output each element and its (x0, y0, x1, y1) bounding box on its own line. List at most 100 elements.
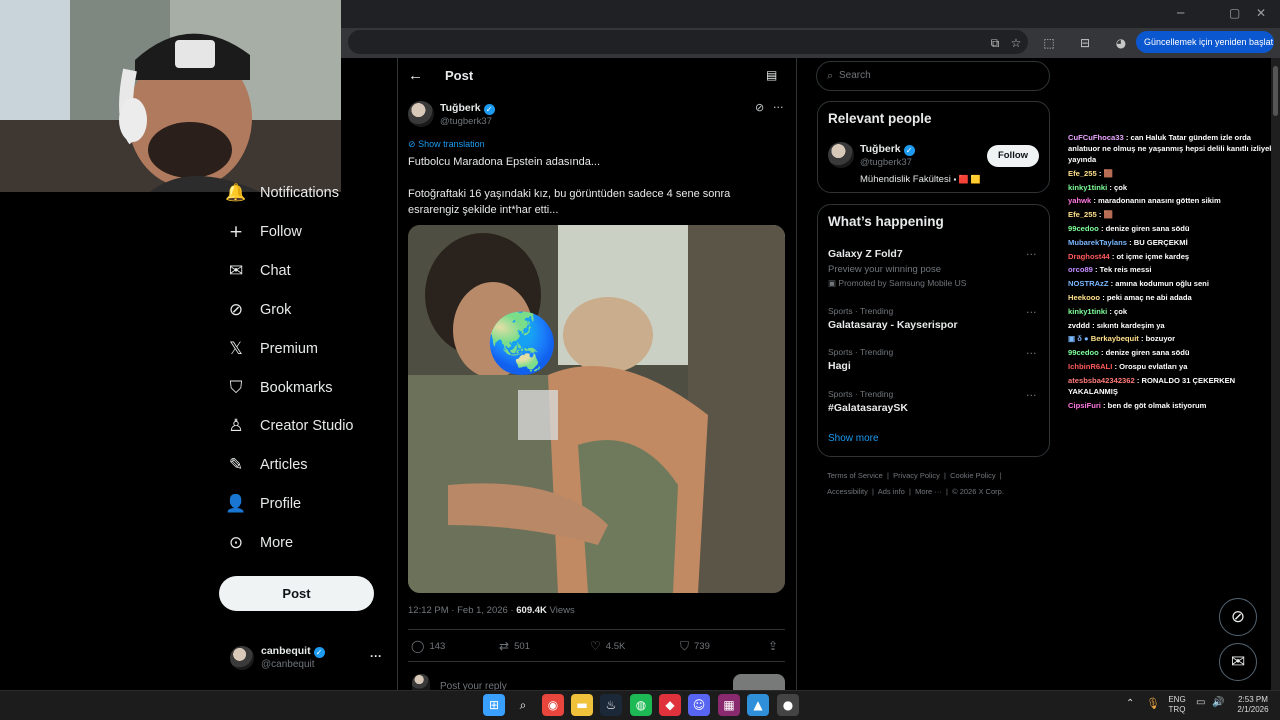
chat-username[interactable]: atesbsba42342362 (1068, 376, 1135, 385)
language-indicator[interactable]: ENG TRQ (1165, 695, 1189, 715)
repost-button[interactable]: ⇄ 501 (499, 639, 530, 653)
chat-username[interactable]: IchbinR6ALI (1068, 362, 1112, 371)
update-restart-button[interactable]: Güncellemek için yeniden başlat ⋮ (1136, 31, 1280, 53)
winrar-icon[interactable]: ▦ (718, 694, 740, 716)
promoted-trend[interactable]: Galaxy Z Fold7 Preview your winning pose… (828, 248, 1043, 289)
search-input[interactable]: ⌕ Search (816, 61, 1050, 91)
grok-floating-button[interactable]: ⊘ (1219, 598, 1257, 636)
footer-link[interactable]: Ads info (878, 487, 905, 496)
volume-icon[interactable]: 🔊 (1212, 697, 1224, 708)
footer-link[interactable]: Terms of Service (827, 471, 883, 480)
chat-username[interactable]: zvddd (1068, 321, 1090, 330)
tab-search-icon[interactable]: ⊟ (1077, 35, 1093, 51)
reader-mode-icon[interactable]: ▤ (766, 68, 777, 82)
follow-button[interactable]: Follow (987, 145, 1039, 167)
chat-username[interactable]: kinky1tinki (1068, 183, 1107, 192)
chat-username[interactable]: yahwk (1068, 196, 1091, 205)
page-scrollbar[interactable] (1271, 58, 1280, 690)
maximize-button[interactable]: ▢ (1229, 6, 1240, 20)
tweet-more-icon[interactable]: ··· (773, 101, 784, 114)
search-icon[interactable]: ⌕ (512, 694, 534, 716)
install-app-icon[interactable]: ⧉ (987, 35, 1003, 51)
address-bar[interactable] (348, 30, 1028, 54)
nav-notifications[interactable]: 🔔 Notifications (225, 178, 339, 208)
grok-explain-icon[interactable]: ⊘ (755, 101, 764, 114)
tweet-photo[interactable]: 🌏 (408, 225, 785, 593)
file-explorer-icon[interactable]: ▬ (571, 694, 593, 716)
trend-item[interactable]: Sports · Trending Galatasaray - Kayseris… (828, 306, 1043, 331)
footer-link[interactable]: Accessibility (827, 487, 868, 496)
reply-button[interactable]: ◯ 143 (411, 639, 445, 653)
clock[interactable]: 2:53 PM 2/1/2026 (1230, 695, 1276, 715)
trend-item[interactable]: Sports · Trending Hagi ··· (828, 347, 1043, 372)
footer-link[interactable]: More ··· (915, 487, 942, 496)
person-name[interactable]: Tuğberk ✓ (860, 143, 915, 156)
trend-more-icon[interactable]: ··· (1026, 347, 1037, 360)
reply-button-disabled[interactable] (733, 674, 785, 690)
nav-follow[interactable]: + Follow (226, 217, 302, 247)
avatar[interactable] (828, 142, 854, 168)
app-recorder-icon[interactable]: ● (777, 694, 799, 716)
chrome-icon[interactable]: ◉ (542, 694, 564, 716)
nav-creator-studio[interactable]: ♙ Creator Studio (226, 411, 353, 441)
show-translation-link[interactable]: ⊘ Show translation (408, 139, 485, 150)
profile-avatar-icon[interactable]: ◕ (1113, 35, 1129, 51)
show-more-link[interactable]: Show more (828, 433, 879, 444)
spotify-icon[interactable]: ◍ (630, 694, 652, 716)
chat-username[interactable]: Berkaybequit (1091, 334, 1139, 343)
chat-username[interactable]: Heekooo (1068, 293, 1100, 302)
chat-username[interactable]: CuFCuFhoca33 (1068, 133, 1124, 142)
reply-input[interactable]: Post your reply (440, 676, 560, 690)
scrollbar-thumb[interactable] (1273, 66, 1278, 116)
bookmark-star-icon[interactable]: ☆ (1008, 35, 1024, 51)
tweet-author-avatar[interactable] (408, 101, 434, 127)
chat-username[interactable]: orco89 (1068, 265, 1093, 274)
bookmark-button[interactable]: ⛉ 739 (680, 639, 710, 654)
extensions-icon[interactable]: ⬚ (1041, 35, 1057, 51)
chat-text: : sıkıntı kardeşim ya (1092, 320, 1165, 330)
trend-more-icon[interactable]: ··· (1026, 306, 1037, 319)
account-more-icon[interactable]: ··· (370, 649, 382, 663)
tray-chevron-icon[interactable]: ⌃ (1126, 698, 1134, 709)
steam-icon[interactable]: ♨ (600, 694, 622, 716)
nav-grok[interactable]: ⊘ Grok (226, 295, 292, 325)
windows-start-icon[interactable]: ⊞ (483, 694, 505, 716)
trend-more-icon[interactable]: ··· (1026, 389, 1037, 402)
chat-username[interactable]: 99cedoo (1068, 348, 1099, 357)
chat-username[interactable]: CipsiFuri (1068, 401, 1101, 410)
trend-item[interactable]: Sports · Trending #GalatasaraySK ··· (828, 389, 1043, 414)
nav-articles[interactable]: ✎ Articles (226, 450, 308, 480)
share-button[interactable]: ⇪ (768, 639, 778, 653)
footer-link[interactable]: Cookie Policy (950, 471, 995, 480)
chat-username[interactable]: NOSTRAzZ (1068, 279, 1109, 288)
chat-username[interactable]: 99cedoo (1068, 224, 1099, 233)
nav-profile[interactable]: 👤 Profile (225, 489, 301, 519)
trend-more-icon[interactable]: ··· (1026, 248, 1037, 261)
photos-icon[interactable]: ▲ (747, 694, 769, 716)
network-icon[interactable]: ▭ (1196, 697, 1205, 708)
chat-username[interactable]: MubarekTaylans (1068, 238, 1127, 247)
chat-username[interactable]: Efe_255 (1068, 210, 1097, 219)
close-button[interactable]: ✕ (1256, 6, 1266, 20)
like-button[interactable]: ♡ 4.5K (590, 639, 625, 653)
chat-username[interactable]: Efe_255 (1068, 169, 1097, 178)
tweet-author-name[interactable]: Tuğberk ✓ (440, 102, 495, 115)
nav-bookmarks[interactable]: ⛉ Bookmarks (226, 373, 333, 403)
account-switcher[interactable]: canbequit ✓ @canbequit ··· (228, 644, 388, 674)
nav-premium[interactable]: 𝕏 Premium (226, 334, 318, 364)
trend-meta: Sports · Trending (828, 306, 894, 316)
nav-chat[interactable]: ✉ Chat (226, 256, 291, 286)
discord-icon[interactable]: ☺ (688, 694, 710, 716)
chat-username[interactable]: kinky1tinki (1068, 307, 1107, 316)
minimize-button[interactable]: ─ (1177, 6, 1184, 20)
back-arrow-icon[interactable]: ← (408, 67, 423, 84)
nav-more[interactable]: ⊙ More (226, 528, 293, 558)
footer-link[interactable]: Privacy Policy (893, 471, 940, 480)
post-compose-button[interactable]: Post (219, 576, 374, 611)
messages-floating-button[interactable]: ✉ (1219, 643, 1257, 681)
chat-username[interactable]: Draghost44 (1068, 252, 1110, 261)
app-red-icon[interactable]: ◆ (659, 694, 681, 716)
tweet-author-handle[interactable]: @tugberk37 (440, 116, 492, 127)
microphone-icon[interactable]: 🎙 (1146, 697, 1160, 710)
chat-message: Efe_255 : 🟫 (1068, 168, 1278, 179)
